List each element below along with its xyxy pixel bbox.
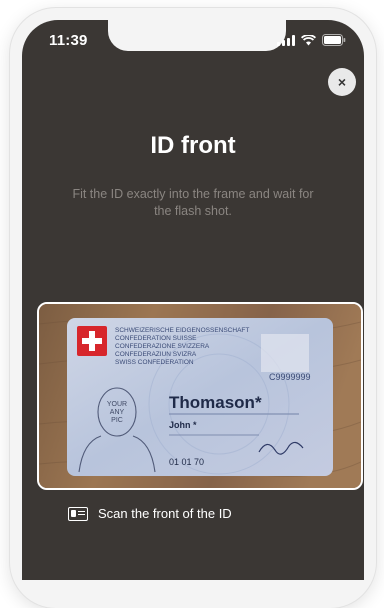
id-header-line: CONFEDERAZIUN SVIZRA (115, 351, 197, 358)
id-card-icon (68, 506, 88, 521)
phone-notch (108, 20, 286, 51)
close-icon: × (337, 74, 347, 90)
status-icons (277, 34, 346, 46)
photo-placeholder-text: PIC (111, 417, 123, 424)
photo-placeholder-text: YOUR (107, 401, 127, 408)
id-given-name: John * (169, 420, 197, 430)
id-header-line: SCHWEIZERISCHE EIDGENOSSENSCHAFT (115, 327, 249, 334)
camera-screen: 11:39 × ID front Fit the ID exactly into… (22, 20, 364, 580)
page-title: ID front (150, 132, 236, 159)
camera-preview: SCHWEIZERISCHE EIDGENOSSENSCHAFT CONFEDE… (39, 304, 361, 488)
photo-placeholder-text: ANY (110, 409, 125, 416)
instruction-text: Fit the ID exactly into the frame and wa… (72, 187, 314, 218)
scan-frame: SCHWEIZERISCHE EIDGENOSSENSCHAFT CONFEDE… (37, 302, 363, 490)
id-header-line: CONFEDERATION SUISSE (115, 335, 197, 342)
id-header-line: CONFEDERAZIONE SVIZZERA (115, 343, 210, 350)
id-birth-date: 01 01 70 (169, 457, 204, 467)
close-button[interactable]: × (328, 68, 356, 96)
scan-hint-label: Scan the front of the ID (98, 506, 232, 521)
scan-hint: Scan the front of the ID (68, 506, 232, 521)
id-surname: Thomason* (169, 393, 262, 412)
id-header-line: SWISS CONFEDERATION (115, 359, 194, 366)
id-card-number: C9999999 (269, 372, 311, 382)
battery-icon (322, 34, 346, 46)
signal-icon (277, 34, 295, 46)
status-time: 11:39 (49, 32, 88, 49)
wifi-icon (301, 34, 316, 46)
